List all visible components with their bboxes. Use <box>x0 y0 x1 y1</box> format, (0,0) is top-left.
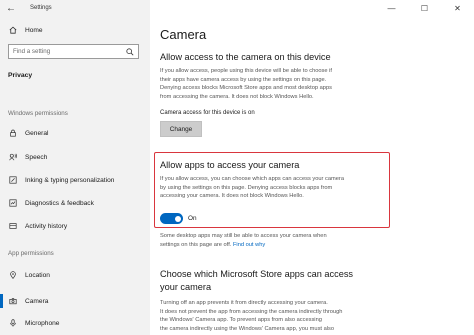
find-out-why-link[interactable]: Find out why <box>233 242 265 248</box>
description-line: their apps have camera access by using t… <box>160 76 327 83</box>
main-content: — ☐ ✕ Camera Allow access to the camera … <box>150 0 474 335</box>
store-apps-description: Turning off an app prevents it from dire… <box>160 299 390 333</box>
sidebar-item-label: Speech <box>25 153 48 161</box>
speech-icon <box>8 153 18 161</box>
description-line: Denying access blocks Microsoft Store ap… <box>160 85 332 92</box>
device-access-description: If you allow access, people using this d… <box>160 67 390 101</box>
change-button[interactable]: Change <box>160 121 202 137</box>
heading-line: Choose which Microsoft Store apps can ac… <box>160 269 354 279</box>
search-icon <box>126 48 134 56</box>
sidebar-item-label: Home <box>25 26 43 34</box>
note-line: Some desktop apps may still be able to a… <box>160 233 327 239</box>
home-icon <box>8 26 18 34</box>
diagnostics-icon <box>8 199 18 207</box>
location-icon <box>8 271 18 279</box>
sidebar-item-camera[interactable]: Camera <box>0 292 150 310</box>
toggle-knob <box>174 215 181 222</box>
heading-line: your camera <box>160 282 212 292</box>
search-placeholder: Find a setting <box>13 48 51 55</box>
close-icon[interactable]: ✕ <box>441 0 474 16</box>
sidebar-item-home[interactable]: Home <box>0 21 150 39</box>
sidebar-item-diagnostics[interactable]: Diagnostics & feedback <box>0 194 150 212</box>
description-line: from accessing the camera. It does not b… <box>160 93 314 100</box>
description-line: by using the settings on this page. Deny… <box>160 184 333 191</box>
description-line: the Windows' Camera app. To prevent apps… <box>160 317 322 324</box>
description-line: It does not prevent the app from accessi… <box>160 308 343 315</box>
sidebar-item-label: General <box>25 129 49 137</box>
minimize-icon[interactable]: — <box>375 0 408 16</box>
description-line: accessing your camera. It does not block… <box>160 193 304 200</box>
note-line: settings on this page are off. Find out … <box>160 241 390 250</box>
activity-icon <box>8 222 18 230</box>
sidebar-item-location[interactable]: Location <box>0 266 150 284</box>
sidebar-item-microphone[interactable]: Microphone <box>0 314 150 332</box>
sidebar-item-speech[interactable]: Speech <box>0 148 150 166</box>
section-heading-app-permissions: App permissions <box>8 250 54 257</box>
page-title: Camera <box>160 27 207 42</box>
search-input[interactable]: Find a setting <box>8 44 139 59</box>
sidebar-item-general[interactable]: General <box>0 124 150 142</box>
camera-icon <box>8 297 18 305</box>
sidebar-item-label: Inking & typing personalization <box>25 176 115 184</box>
description-line: If you allow access, you can choose whic… <box>160 176 344 182</box>
sidebar-item-inking[interactable]: Inking & typing personalization <box>0 171 150 189</box>
inking-icon <box>8 176 18 184</box>
section-heading-windows-permissions: Windows permissions <box>8 110 68 117</box>
window-titlebar: ← Settings <box>0 0 150 16</box>
sidebar-item-label: Diagnostics & feedback <box>25 199 94 207</box>
back-arrow-icon[interactable]: ← <box>6 3 20 14</box>
sidebar-item-label: Camera <box>25 297 49 305</box>
description-line: the camera indirectly using the Windows'… <box>160 325 335 332</box>
window-controls: — ☐ ✕ <box>375 0 474 16</box>
maximize-icon[interactable]: ☐ <box>408 0 441 16</box>
sidebar: ← Settings Home Find a setting Privacy W… <box>0 0 150 335</box>
toggle-state-label: On <box>188 215 197 222</box>
device-access-heading: Allow access to the camera on this devic… <box>160 52 331 62</box>
description-line: If you allow access, people using this d… <box>160 68 332 74</box>
desktop-apps-note: Some desktop apps may still be able to a… <box>160 232 390 249</box>
lock-icon <box>8 129 18 137</box>
note-text: settings on this page are off. <box>160 241 232 248</box>
window-title: Settings <box>30 5 52 11</box>
sidebar-item-label: Activity history <box>25 222 68 230</box>
microphone-icon <box>8 319 18 327</box>
sidebar-item-label: Microphone <box>25 319 60 327</box>
description-line: Turning off an app prevents it from dire… <box>160 300 328 306</box>
device-access-status: Camera access for this device is on <box>160 110 255 116</box>
category-heading: Privacy <box>8 72 33 79</box>
apps-access-description: If you allow access, you can choose whic… <box>160 175 390 201</box>
sidebar-item-label: Location <box>25 271 50 279</box>
sidebar-item-activity-history[interactable]: Activity history <box>0 217 150 235</box>
store-apps-heading: Choose which Microsoft Store apps can ac… <box>160 268 353 294</box>
apps-access-heading: Allow apps to access your camera <box>160 160 300 170</box>
apps-access-toggle[interactable] <box>160 213 183 224</box>
